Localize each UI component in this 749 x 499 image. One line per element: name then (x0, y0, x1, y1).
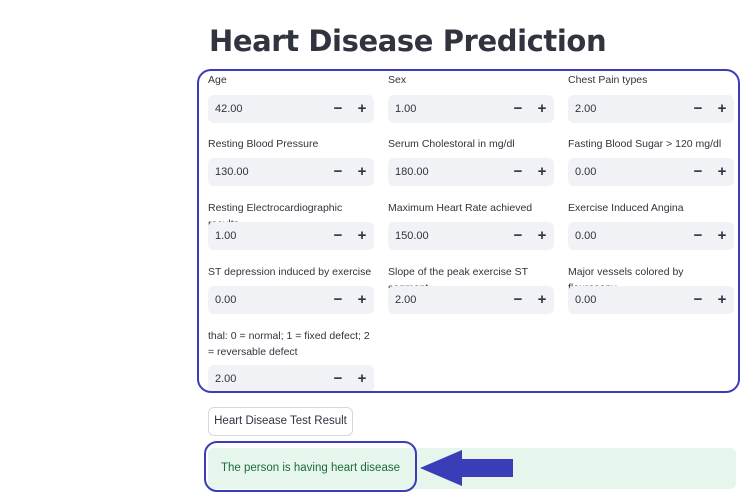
decrement-button[interactable]: − (686, 222, 710, 250)
decrement-button[interactable]: − (686, 286, 710, 314)
increment-button[interactable]: + (710, 95, 734, 123)
decrement-button[interactable]: − (506, 158, 530, 186)
input-value[interactable]: 2.00 (215, 365, 236, 393)
fasting-blood-sugar-field: Fasting Blood Sugar > 120 mg/dl 0.00 − + (568, 136, 734, 186)
page-title: Heart Disease Prediction (209, 24, 607, 58)
field-label: thal: 0 = normal; 1 = fixed defect; 2 = … (208, 330, 370, 358)
chest-pain-input[interactable]: 2.00 − + (568, 95, 734, 123)
input-value[interactable]: 2.00 (575, 95, 596, 123)
decrement-button[interactable]: − (686, 158, 710, 186)
increment-button[interactable]: + (530, 222, 554, 250)
exercise-angina-field: Exercise Induced Angina 0.00 − + (568, 200, 734, 250)
decrement-button[interactable]: − (326, 365, 350, 393)
decrement-button[interactable]: − (326, 222, 350, 250)
field-label: Chest Pain types (568, 74, 648, 86)
st-slope-input[interactable]: 2.00 − + (388, 286, 554, 314)
cholesterol-input[interactable]: 180.00 − + (388, 158, 554, 186)
age-input[interactable]: 42.00 − + (208, 95, 374, 123)
major-vessels-input[interactable]: 0.00 − + (568, 286, 734, 314)
max-heart-rate-field: Maximum Heart Rate achieved 150.00 − + (388, 200, 554, 250)
thal-field: thal: 0 = normal; 1 = fixed defect; 2 = … (208, 328, 374, 393)
increment-button[interactable]: + (530, 95, 554, 123)
cholesterol-field: Serum Cholestoral in mg/dl 180.00 − + (388, 136, 554, 186)
st-depression-field: ST depression induced by exercise 0.00 −… (208, 264, 374, 314)
resting-ecg-field: Resting Electrocardiographic results 1.0… (208, 200, 374, 250)
input-value[interactable]: 0.00 (575, 158, 596, 186)
input-value[interactable]: 150.00 (395, 222, 429, 250)
max-heart-rate-input[interactable]: 150.00 − + (388, 222, 554, 250)
field-label: Maximum Heart Rate achieved (388, 202, 533, 214)
field-label: Sex (388, 74, 407, 86)
input-value[interactable]: 180.00 (395, 158, 429, 186)
field-label: Serum Cholestoral in mg/dl (388, 138, 515, 150)
decrement-button[interactable]: − (506, 95, 530, 123)
increment-button[interactable]: + (530, 158, 554, 186)
input-value[interactable]: 0.00 (215, 286, 236, 314)
increment-button[interactable]: + (350, 95, 374, 123)
increment-button[interactable]: + (350, 286, 374, 314)
app-page: Heart Disease Prediction Age 42.00 − + S… (0, 0, 749, 499)
input-value[interactable]: 42.00 (215, 95, 243, 123)
increment-button[interactable]: + (710, 222, 734, 250)
increment-button[interactable]: + (710, 286, 734, 314)
resting-bp-input[interactable]: 130.00 − + (208, 158, 374, 186)
decrement-button[interactable]: − (506, 222, 530, 250)
sex-input[interactable]: 1.00 − + (388, 95, 554, 123)
field-label: Fasting Blood Sugar > 120 mg/dl (568, 138, 722, 150)
decrement-button[interactable]: − (326, 95, 350, 123)
input-value[interactable]: 0.00 (575, 286, 596, 314)
increment-button[interactable]: + (350, 222, 374, 250)
input-value[interactable]: 1.00 (395, 95, 416, 123)
thal-input[interactable]: 2.00 − + (208, 365, 374, 393)
field-label: Age (208, 74, 227, 86)
resting-ecg-input[interactable]: 1.00 − + (208, 222, 374, 250)
resting-bp-field: Resting Blood Pressure 130.00 − + (208, 136, 374, 186)
major-vessels-field: Major vessels colored by flourosopy 0.00… (568, 264, 734, 314)
field-label: Resting Blood Pressure (208, 138, 319, 150)
input-value[interactable]: 130.00 (215, 158, 249, 186)
test-result-button[interactable]: Heart Disease Test Result (208, 407, 353, 436)
st-slope-field: Slope of the peak exercise ST segment 2.… (388, 264, 554, 314)
exercise-angina-input[interactable]: 0.00 − + (568, 222, 734, 250)
field-label: ST depression induced by exercise (208, 266, 372, 278)
increment-button[interactable]: + (350, 158, 374, 186)
input-value[interactable]: 2.00 (395, 286, 416, 314)
increment-button[interactable]: + (530, 286, 554, 314)
pointer-arrow-icon (420, 450, 513, 486)
decrement-button[interactable]: − (506, 286, 530, 314)
increment-button[interactable]: + (710, 158, 734, 186)
input-value[interactable]: 1.00 (215, 222, 236, 250)
age-field: Age 42.00 − + (208, 72, 374, 123)
decrement-button[interactable]: − (326, 158, 350, 186)
result-message: The person is having heart disease (221, 462, 400, 474)
decrement-button[interactable]: − (686, 95, 710, 123)
decrement-button[interactable]: − (326, 286, 350, 314)
chest-pain-field: Chest Pain types 2.00 − + (568, 72, 734, 123)
field-label: Exercise Induced Angina (568, 202, 684, 214)
st-depression-input[interactable]: 0.00 − + (208, 286, 374, 314)
input-value[interactable]: 0.00 (575, 222, 596, 250)
sex-field: Sex 1.00 − + (388, 72, 554, 123)
fasting-blood-sugar-input[interactable]: 0.00 − + (568, 158, 734, 186)
increment-button[interactable]: + (350, 365, 374, 393)
